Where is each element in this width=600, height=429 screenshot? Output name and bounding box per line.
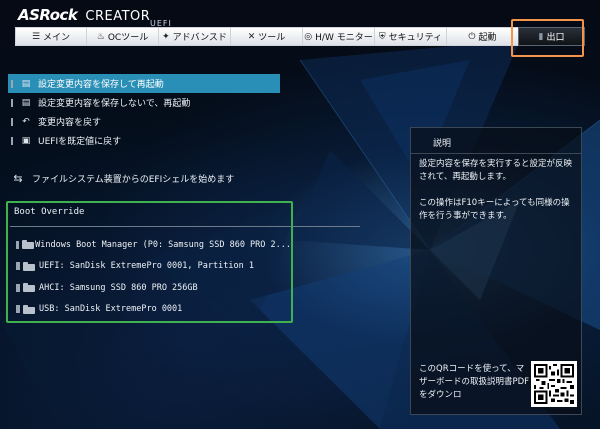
asrock-creator-logo: ASRock CREATOR UEFI xyxy=(18,6,171,28)
save-icon: ▤ xyxy=(21,78,31,89)
description-header: 説明 xyxy=(411,128,581,154)
exit-tab-highlight xyxy=(511,19,584,57)
tab-main[interactable]: ☰ メイン xyxy=(15,27,86,46)
power-icon: ⏻ xyxy=(468,31,476,42)
tab-hw-monitor[interactable]: ◎ H/W モニター xyxy=(302,27,374,46)
brand-name: ASRock xyxy=(18,6,78,24)
tab-label: アドバンスド xyxy=(172,33,227,43)
efi-shell-label: ファイルシステム装置からのEFIシェルを始めます xyxy=(32,174,235,185)
tab-label: セキュリティ xyxy=(388,33,443,43)
tab-security[interactable]: ⛨ セキュリティ xyxy=(374,27,446,46)
menu-item-label: 変更内容を戻す xyxy=(38,118,102,128)
menu-item-label: UEFIを既定値に戻す xyxy=(38,137,122,147)
tab-oc-tweaker[interactable]: ♨ OCツール xyxy=(86,27,158,46)
edition-name: CREATOR xyxy=(85,9,151,24)
launch-efi-shell[interactable]: ⇆ ファイルシステム装置からのEFIシェルを始めます xyxy=(8,170,234,186)
item-marker xyxy=(8,97,16,108)
boot-override-highlight xyxy=(6,201,293,323)
discard-changes[interactable]: ↶ 変更内容を戻す xyxy=(8,112,280,131)
uefi-exit-screen: ASRock CREATOR UEFI ☰ メイン ♨ OCツール ✦ アドバン… xyxy=(0,0,600,429)
menu-item-label: 設定変更内容を保存しないで、再起動 xyxy=(38,99,191,109)
shell-loop-icon: ⇆ xyxy=(13,171,23,185)
tab-label: メイン xyxy=(43,33,71,43)
main-tab-bar: ☰ メイン ♨ OCツール ✦ アドバンスド ✕ ツール ◎ H/W モニター … xyxy=(15,27,585,46)
monitor-icon: ◎ xyxy=(304,31,313,42)
description-text: 設定内容を保存を実行すると設定が反映されて、再起動します。 この操作はF10キー… xyxy=(419,158,577,236)
item-marker xyxy=(8,78,16,89)
description-line: この操作はF10キーによっても同様の操作を行う事ができます。 xyxy=(419,198,570,221)
save-icon: ▤ xyxy=(21,97,31,108)
tab-tool[interactable]: ✕ ツール xyxy=(230,27,302,46)
tab-label: H/W モニター xyxy=(315,33,373,43)
qr-code-icon xyxy=(531,361,577,407)
shield-icon: ⛨ xyxy=(378,31,386,42)
tools-icon: ✕ xyxy=(247,31,256,42)
exit-menu: ▤ 設定変更内容を保存して再起動 ▤ 設定変更内容を保存しないで、再起動 ↶ 変… xyxy=(8,74,280,150)
item-marker xyxy=(8,116,16,127)
flame-icon: ♨ xyxy=(96,31,105,42)
undo-icon: ↶ xyxy=(22,116,30,127)
load-uefi-defaults[interactable]: ▣ UEFIを既定値に戻す xyxy=(8,131,280,150)
tab-advanced[interactable]: ✦ アドバンスド xyxy=(158,27,230,46)
description-title: 説明 xyxy=(433,139,452,149)
star-icon: ✦ xyxy=(162,31,170,42)
description-line: 設定内容を保存を実行すると設定が反映されて、再起動します。 xyxy=(419,159,573,182)
discard-changes-and-reset[interactable]: ▤ 設定変更内容を保存しないで、再起動 xyxy=(8,93,280,112)
reset-icon: ▣ xyxy=(21,135,31,146)
item-marker xyxy=(8,135,16,146)
qr-caption: このQRコードを使って、マザーボードの取扱説明書PDFをダウンロ xyxy=(419,364,530,400)
tab-label: ツール xyxy=(258,33,286,43)
save-changes-and-reset[interactable]: ▤ 設定変更内容を保存して再起動 xyxy=(8,74,280,93)
description-panel: 説明 設定内容を保存を実行すると設定が反映されて、再起動します。 この操作はF1… xyxy=(410,127,582,415)
tab-boot[interactable]: ⏻ 起動 xyxy=(446,27,518,46)
tab-label: 起動 xyxy=(478,33,497,43)
menu-item-label: 設定変更内容を保存して再起動 xyxy=(38,80,164,90)
tab-label: OCツール xyxy=(107,33,149,43)
list-icon: ☰ xyxy=(31,31,41,42)
